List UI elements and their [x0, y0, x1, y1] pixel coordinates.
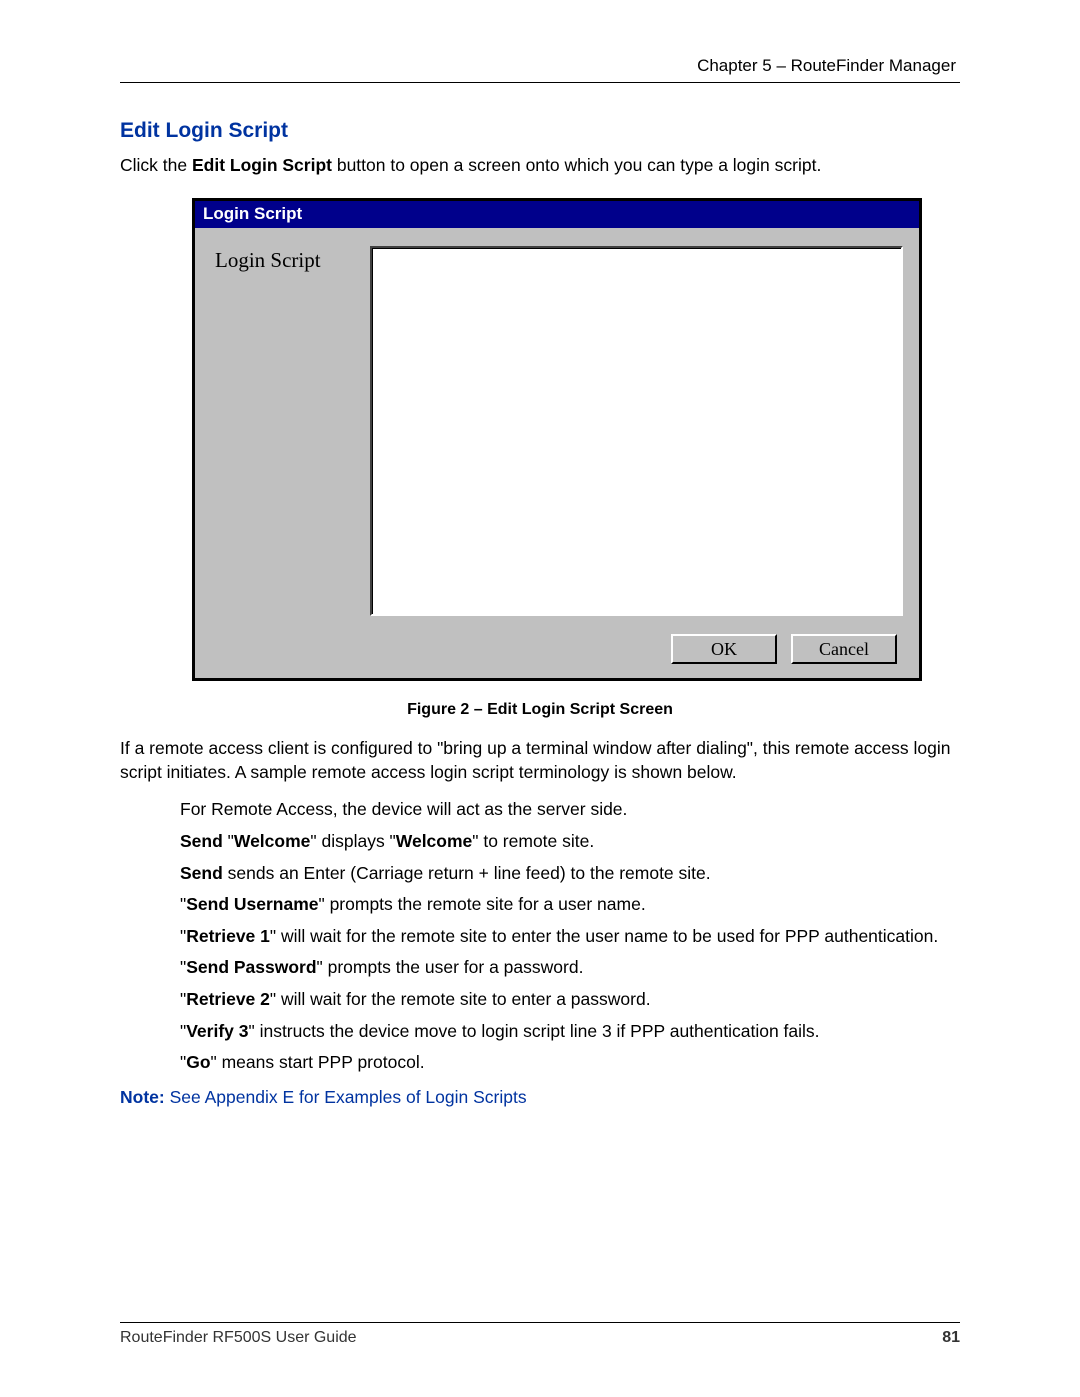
bullet-6-t2: " prompts the user for a password. [317, 957, 584, 977]
chapter-header: Chapter 5 – RouteFinder Manager [120, 56, 960, 83]
bullet-3: Send sends an Enter (Carriage return + l… [180, 862, 960, 886]
intro-text-post: button to open a screen onto which you c… [332, 155, 821, 175]
bullet-7: "Retrieve 2" will wait for the remote si… [180, 988, 960, 1012]
note-line: Note: See Appendix E for Examples of Log… [120, 1087, 960, 1108]
bullet-4: "Send Username" prompts the remote site … [180, 893, 960, 917]
ok-button[interactable]: OK [671, 634, 777, 664]
bullet-2-t1: " [223, 831, 234, 851]
bullet-2-bold1: Send [180, 831, 223, 851]
login-script-textarea[interactable] [370, 246, 903, 616]
note-text: See Appendix E for Examples of Login Scr… [165, 1087, 527, 1107]
intro-text-bold: Edit Login Script [192, 155, 332, 175]
bullet-4-bold: Send Username [186, 894, 318, 914]
intro-text-pre: Click the [120, 155, 192, 175]
login-script-dialog-figure: Login Script Login Script OK Cancel [192, 198, 922, 681]
bullet-9-t2: " means start PPP protocol. [211, 1052, 425, 1072]
bullet-5-t2: " will wait for the remote site to enter… [270, 926, 938, 946]
section-heading: Edit Login Script [120, 119, 960, 143]
intro-paragraph: Click the Edit Login Script button to op… [120, 155, 960, 176]
footer-page-number: 81 [942, 1329, 960, 1347]
bullet-8: "Verify 3" instructs the device move to … [180, 1020, 960, 1044]
figure-caption: Figure 2 – Edit Login Script Screen [120, 701, 960, 719]
cancel-button[interactable]: Cancel [791, 634, 897, 664]
bullet-2-bold3: Welcome [396, 831, 473, 851]
bullet-2-t2: " displays " [310, 831, 395, 851]
footer-guide-title: RouteFinder RF500S User Guide [120, 1329, 357, 1347]
bullet-8-t2: " instructs the device move to login scr… [249, 1021, 820, 1041]
bullet-2: Send "Welcome" displays "Welcome" to rem… [180, 830, 960, 854]
note-label: Note: [120, 1087, 165, 1107]
bullet-8-bold: Verify 3 [186, 1021, 248, 1041]
bullet-3-bold: Send [180, 863, 223, 883]
bullet-9-bold: Go [186, 1052, 210, 1072]
page-footer: RouteFinder RF500S User Guide 81 [120, 1322, 960, 1347]
login-script-dialog: Login Script Login Script OK Cancel [192, 198, 922, 681]
dialog-titlebar: Login Script [195, 201, 919, 228]
bullet-2-bold2: Welcome [234, 831, 311, 851]
bullet-9: "Go" means start PPP protocol. [180, 1051, 960, 1075]
bullet-5-bold: Retrieve 1 [186, 926, 270, 946]
bullet-6: "Send Password" prompts the user for a p… [180, 956, 960, 980]
login-script-label: Login Script [215, 246, 370, 273]
bullet-1: For Remote Access, the device will act a… [180, 798, 960, 822]
body-paragraph-1: If a remote access client is configured … [120, 737, 960, 784]
bullet-5: "Retrieve 1" will wait for the remote si… [180, 925, 960, 949]
bullet-7-bold: Retrieve 2 [186, 989, 270, 1009]
bullet-6-bold: Send Password [186, 957, 316, 977]
bullet-4-t2: " prompts the remote site for a user nam… [319, 894, 646, 914]
bullet-3-rest: sends an Enter (Carriage return + line f… [223, 863, 711, 883]
dialog-body: Login Script OK Cancel [195, 228, 919, 678]
bullet-2-t3: " to remote site. [472, 831, 594, 851]
bullet-7-t2: " will wait for the remote site to enter… [270, 989, 651, 1009]
